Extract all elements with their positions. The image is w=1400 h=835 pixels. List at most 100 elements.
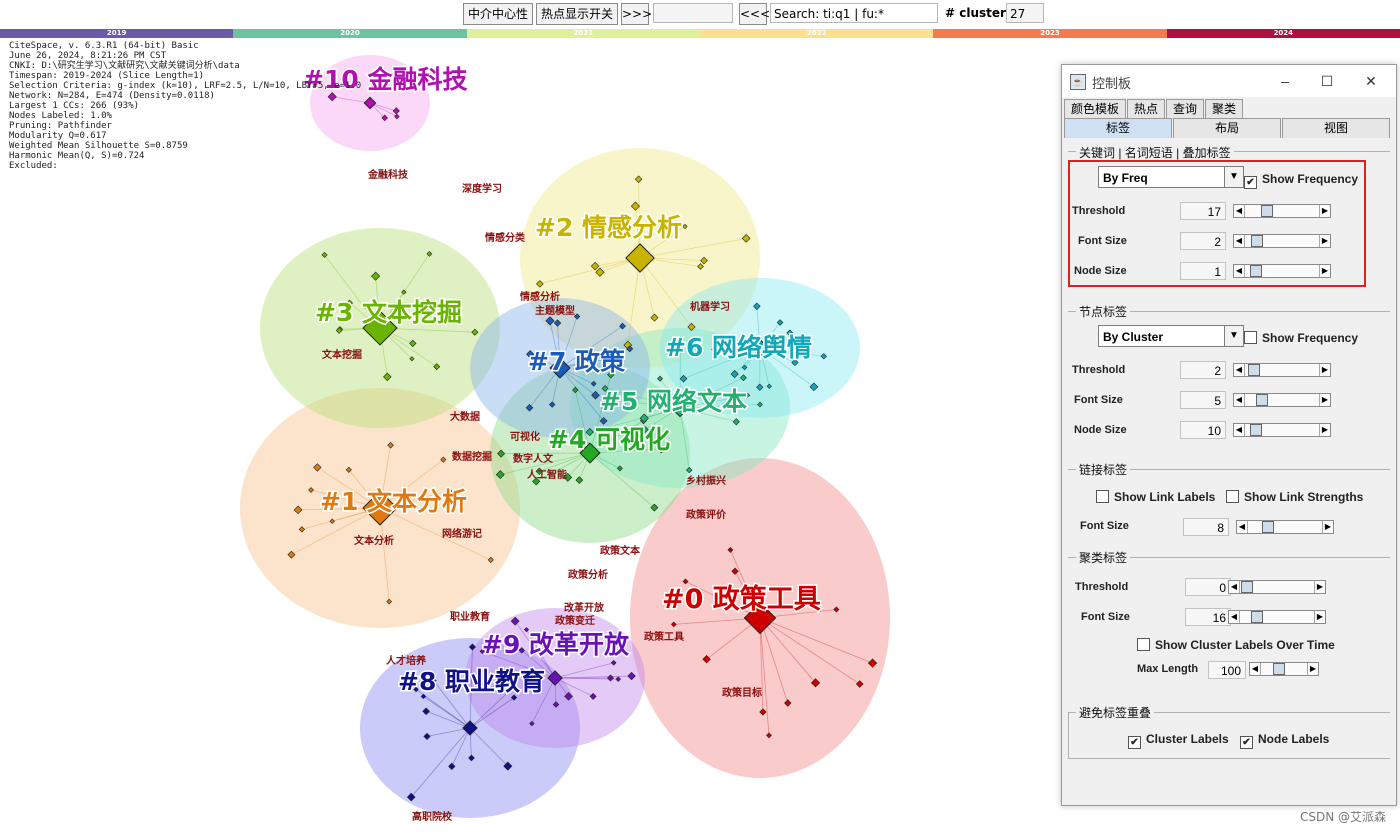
node-fontsize-label: Font Size xyxy=(1074,394,1123,406)
node-nodesize-slider[interactable]: ◀ ▶ xyxy=(1233,423,1331,437)
timeline-year-2021: 2021 xyxy=(466,29,700,38)
slider-thumb[interactable] xyxy=(1272,663,1285,675)
cluster-fontsize-field[interactable]: 16 xyxy=(1185,608,1231,626)
network-info-text: CiteSpace, v. 6.3.R1 (64-bit) Basic June … xyxy=(9,41,361,171)
link-group-title: 链接标签 xyxy=(1076,461,1131,478)
keyword-fontsize-field[interactable]: 2 xyxy=(1180,232,1226,250)
next-button[interactable]: >>> xyxy=(621,3,652,25)
chevron-down-icon: ▼ xyxy=(1224,326,1243,346)
avoid-overlap-node-labels-checkbox[interactable]: ✔ Node Labels xyxy=(1240,731,1330,749)
slider-thumb[interactable] xyxy=(1251,611,1264,623)
cluster-label[interactable]: #5 网络文本 xyxy=(599,386,749,418)
max-length-field[interactable]: 100 xyxy=(1208,661,1246,679)
close-icon[interactable]: ✕ xyxy=(1360,71,1382,91)
node-label: 数据挖掘 xyxy=(452,450,492,463)
show-link-strengths-checkbox[interactable]: Show Link Strengths xyxy=(1226,489,1363,505)
tab-hotspot[interactable]: 热点 xyxy=(1127,99,1166,119)
node-label: 政策文本 xyxy=(600,544,641,557)
node-label: 情感分析 xyxy=(520,290,560,303)
slider-thumb[interactable] xyxy=(1261,521,1274,533)
info-line: Timespan: 2019-2024 (Slice Length=1) xyxy=(9,71,205,81)
tab-labels[interactable]: 标签 xyxy=(1064,118,1172,138)
slider-thumb[interactable] xyxy=(1251,235,1264,247)
keyword-sort-select[interactable]: By Freq ▼ xyxy=(1098,166,1244,188)
cluster-threshold-slider[interactable]: ◀ ▶ xyxy=(1228,580,1326,594)
checkbox-label: Show Cluster Labels Over Time xyxy=(1155,638,1335,652)
node-threshold-slider[interactable]: ◀ ▶ xyxy=(1233,363,1331,377)
cluster-label[interactable]: #6 网络舆情 xyxy=(664,332,814,364)
tab-row-1: 颜色模板 热点 查询 聚类 xyxy=(1064,99,1244,119)
hotspot-toggle-button[interactable]: 热点显示开关 xyxy=(536,3,618,25)
info-line: CNKI: D:\研究生学习\文献研究\文献关键词分析\data xyxy=(9,61,240,71)
node-fontsize-slider[interactable]: ◀ ▶ xyxy=(1233,393,1331,407)
keyword-fontsize-slider[interactable]: ◀ ▶ xyxy=(1233,234,1331,248)
node-threshold-field[interactable]: 2 xyxy=(1180,361,1226,379)
node-show-frequency-checkbox[interactable]: Show Frequency xyxy=(1244,330,1358,346)
tab-query[interactable]: 查询 xyxy=(1166,99,1205,119)
node-label: 大数据 xyxy=(450,410,480,423)
slider-thumb[interactable] xyxy=(1249,424,1262,436)
cluster-threshold-field[interactable]: 0 xyxy=(1185,578,1231,596)
node-threshold-label: Threshold xyxy=(1072,364,1126,376)
info-line: Nodes Labeled: 1.0% xyxy=(9,111,112,121)
max-length-slider[interactable]: ◀ ▶ xyxy=(1249,662,1319,676)
checkbox-label: Show Frequency xyxy=(1262,331,1359,345)
checkbox-box xyxy=(1137,638,1150,651)
node-label: 文本挖掘 xyxy=(322,348,362,361)
slider-thumb[interactable] xyxy=(1241,581,1254,593)
keyword-threshold-slider[interactable]: ◀ ▶ xyxy=(1233,204,1331,218)
tab-view[interactable]: 视图 xyxy=(1282,118,1390,138)
avoid-overlap-cluster-labels-checkbox[interactable]: ✔ Cluster Labels xyxy=(1128,731,1229,749)
cluster-label[interactable]: #7 政策 xyxy=(527,346,628,378)
timeline-year-2020: 2020 xyxy=(233,29,467,38)
panel-title: 控制板 xyxy=(1092,76,1132,91)
tab-layout[interactable]: 布局 xyxy=(1173,118,1281,138)
node-label: 职业教育 xyxy=(450,610,490,623)
cluster-label[interactable]: #3 文本挖掘 xyxy=(314,297,464,329)
cluster-fontsize-label: Font Size xyxy=(1081,611,1130,623)
keyword-fontsize-label: Font Size xyxy=(1078,235,1127,247)
node-label: 政策变迁 xyxy=(555,614,595,627)
timeline-year-2022: 2022 xyxy=(699,29,934,38)
keyword-threshold-field[interactable]: 17 xyxy=(1180,202,1226,220)
node-label: 改革开放 xyxy=(564,601,605,614)
prev-button[interactable]: <<< xyxy=(739,3,770,25)
link-fontsize-field[interactable]: 8 xyxy=(1183,518,1229,536)
cluster-label[interactable]: #4 可视化 xyxy=(547,424,672,456)
checkbox-label: Node Labels xyxy=(1258,732,1330,746)
node-label: 可视化 xyxy=(510,430,540,443)
node-nodesize-label: Node Size xyxy=(1074,424,1127,436)
tab-cluster[interactable]: 聚类 xyxy=(1205,99,1244,119)
timeline-bar: 2019 2020 2021 2022 2023 2024 xyxy=(0,29,1400,38)
timeline-year-2024: 2024 xyxy=(1166,29,1400,38)
keyword-nodesize-field[interactable]: 1 xyxy=(1180,262,1226,280)
cluster-label[interactable]: #0 政策工具 xyxy=(661,582,823,617)
show-link-labels-checkbox[interactable]: Show Link Labels xyxy=(1096,489,1215,505)
cluster-labels-over-time-checkbox[interactable]: Show Cluster Labels Over Time xyxy=(1137,637,1335,653)
node-nodesize-field[interactable]: 10 xyxy=(1180,421,1226,439)
search-input[interactable]: Search: ti:q1 | fu:* xyxy=(770,3,938,23)
node-fontsize-field[interactable]: 5 xyxy=(1180,391,1226,409)
maximize-icon[interactable]: ☐ xyxy=(1316,71,1338,91)
keyword-show-frequency-checkbox[interactable]: ✔ Show Frequency xyxy=(1244,171,1358,189)
node-label: 深度学习 xyxy=(462,182,502,195)
cluster-label[interactable]: #1 文本分析 xyxy=(319,486,469,518)
slider-thumb[interactable] xyxy=(1260,205,1273,217)
cluster-label[interactable]: #8 职业教育 xyxy=(397,666,547,698)
centrality-button[interactable]: 中介中心性 xyxy=(463,3,533,25)
slider-thumb[interactable] xyxy=(1256,394,1269,406)
slider-thumb[interactable] xyxy=(1248,364,1261,376)
cluster-label[interactable]: #9 改革开放 xyxy=(481,629,632,661)
cluster-fontsize-slider[interactable]: ◀ ▶ xyxy=(1228,610,1326,624)
slider-thumb[interactable] xyxy=(1249,265,1262,277)
cluster-label[interactable]: #2 情感分析 xyxy=(534,212,684,244)
keyword-nodesize-slider[interactable]: ◀ ▶ xyxy=(1233,264,1331,278)
node-label: 乡村振兴 xyxy=(686,474,726,487)
node-sort-select[interactable]: By Cluster ▼ xyxy=(1098,325,1244,347)
minimize-icon[interactable]: – xyxy=(1274,71,1296,91)
tab-color-template[interactable]: 颜色模板 xyxy=(1064,99,1127,119)
checkbox-box xyxy=(1244,331,1257,344)
blank-field[interactable] xyxy=(653,3,733,23)
link-fontsize-slider[interactable]: ◀ ▶ xyxy=(1236,520,1334,534)
clusters-count-field[interactable]: 27 xyxy=(1006,3,1044,23)
